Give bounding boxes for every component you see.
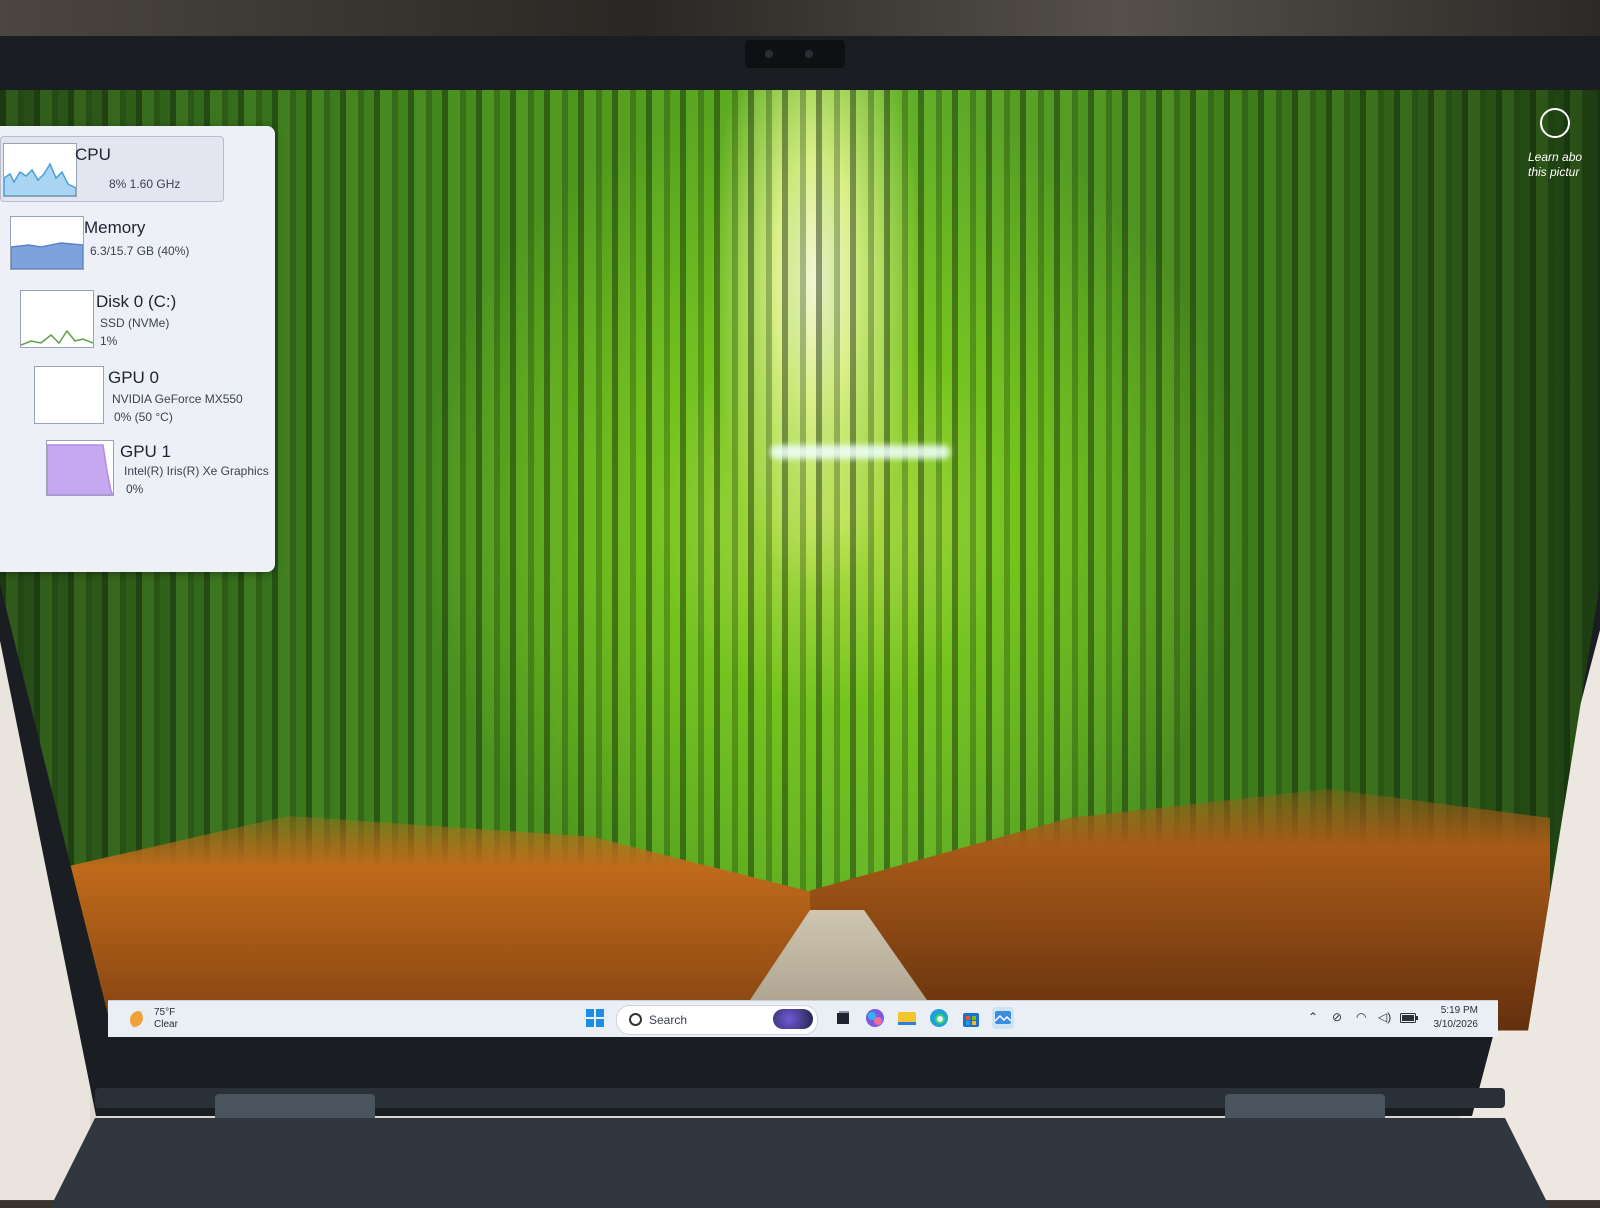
clock-time[interactable]: 5:19 PM xyxy=(1441,1005,1478,1016)
photos-icon[interactable] xyxy=(992,1007,1014,1029)
gpu0-graph xyxy=(34,366,104,424)
perf-item-detail: SSD (NVMe) xyxy=(100,316,170,330)
store-icon[interactable] xyxy=(960,1007,982,1029)
perf-item-usage: 0% (50 °C) xyxy=(114,410,173,424)
perf-item-gpu1[interactable]: GPU 1 Intel(R) Iris(R) Xe Graphics 0% xyxy=(46,434,275,498)
perf-item-gpu0[interactable]: GPU 0 NVIDIA GeForce MX550 0% (50 °C) xyxy=(34,360,264,424)
webcam-lens xyxy=(765,50,773,58)
task-manager-performance-panel: CPU 8% 1.60 GHz Memory 6.3/15.7 GB (40%)… xyxy=(0,126,275,572)
perf-item-disk[interactable]: Disk 0 (C:) SSD (NVMe) 1% xyxy=(20,284,242,348)
wifi-icon[interactable]: ◠ xyxy=(1356,1010,1366,1024)
system-tray: ⌃ ⊘ ◠ ◁) 5:19 PM 3/10/2026 xyxy=(1248,1003,1478,1035)
taskbar: 75°F Clear Search ⌃ ⊘ ◠ ◁) 5:19 PM 3/10/… xyxy=(108,1000,1498,1037)
search-highlight-icon xyxy=(773,1009,813,1029)
perf-item-usage: 1% xyxy=(100,334,118,348)
chevron-up-icon[interactable]: ⌃ xyxy=(1308,1010,1318,1024)
weather-condition: Clear xyxy=(154,1019,178,1030)
perf-item-name: Disk 0 (C:) xyxy=(96,292,177,311)
clock-date[interactable]: 3/10/2026 xyxy=(1434,1019,1479,1030)
perf-item-cpu[interactable]: CPU 8% 1.60 GHz xyxy=(0,136,224,202)
weather-temp: 75°F xyxy=(154,1007,176,1018)
search-input[interactable]: Search xyxy=(616,1005,818,1035)
webcam-sensor xyxy=(805,50,813,58)
perf-item-detail: 6.3/15.7 GB (40%) xyxy=(90,244,190,258)
learn-about-picture-widget[interactable]: Learn abo this pictur xyxy=(1528,100,1600,190)
camera-icon xyxy=(1540,108,1570,138)
search-icon xyxy=(629,1013,642,1026)
laptop-base xyxy=(50,1118,1550,1208)
copilot-icon[interactable] xyxy=(864,1007,886,1029)
cpu-graph xyxy=(3,143,77,197)
background-top xyxy=(0,0,1600,40)
screen-glare xyxy=(770,445,950,459)
gpu1-graph xyxy=(46,440,114,496)
perf-item-memory[interactable]: Memory 6.3/15.7 GB (40%) xyxy=(10,210,230,274)
perf-item-detail: Intel(R) Iris(R) Xe Graphics xyxy=(124,464,269,478)
weather-widget[interactable]: 75°F Clear xyxy=(130,1007,200,1033)
perf-item-detail: NVIDIA GeForce MX550 xyxy=(112,392,243,406)
start-button[interactable] xyxy=(584,1007,606,1029)
network-off-icon[interactable]: ⊘ xyxy=(1332,1010,1342,1024)
memory-graph xyxy=(10,216,84,270)
file-explorer-icon[interactable] xyxy=(896,1007,918,1029)
edge-icon[interactable] xyxy=(928,1007,950,1029)
disk-graph xyxy=(20,290,94,348)
perf-item-name: GPU 0 xyxy=(108,368,160,387)
moon-icon xyxy=(130,1011,148,1029)
perf-item-usage: 0% xyxy=(126,482,144,496)
perf-item-name: GPU 1 xyxy=(120,442,172,461)
task-view-icon[interactable] xyxy=(832,1007,854,1029)
battery-icon[interactable] xyxy=(1400,1013,1418,1023)
perf-item-detail: 8% 1.60 GHz xyxy=(109,177,181,191)
learn-line-2: this pictur xyxy=(1528,165,1580,179)
perf-item-name: Memory xyxy=(84,218,146,237)
perf-item-name: CPU xyxy=(75,145,111,164)
learn-line-1: Learn abo xyxy=(1528,150,1583,164)
taskbar-center: Search xyxy=(578,1005,1048,1035)
webcam xyxy=(745,40,845,68)
volume-icon[interactable]: ◁) xyxy=(1378,1010,1391,1024)
search-placeholder: Search xyxy=(649,1013,688,1027)
